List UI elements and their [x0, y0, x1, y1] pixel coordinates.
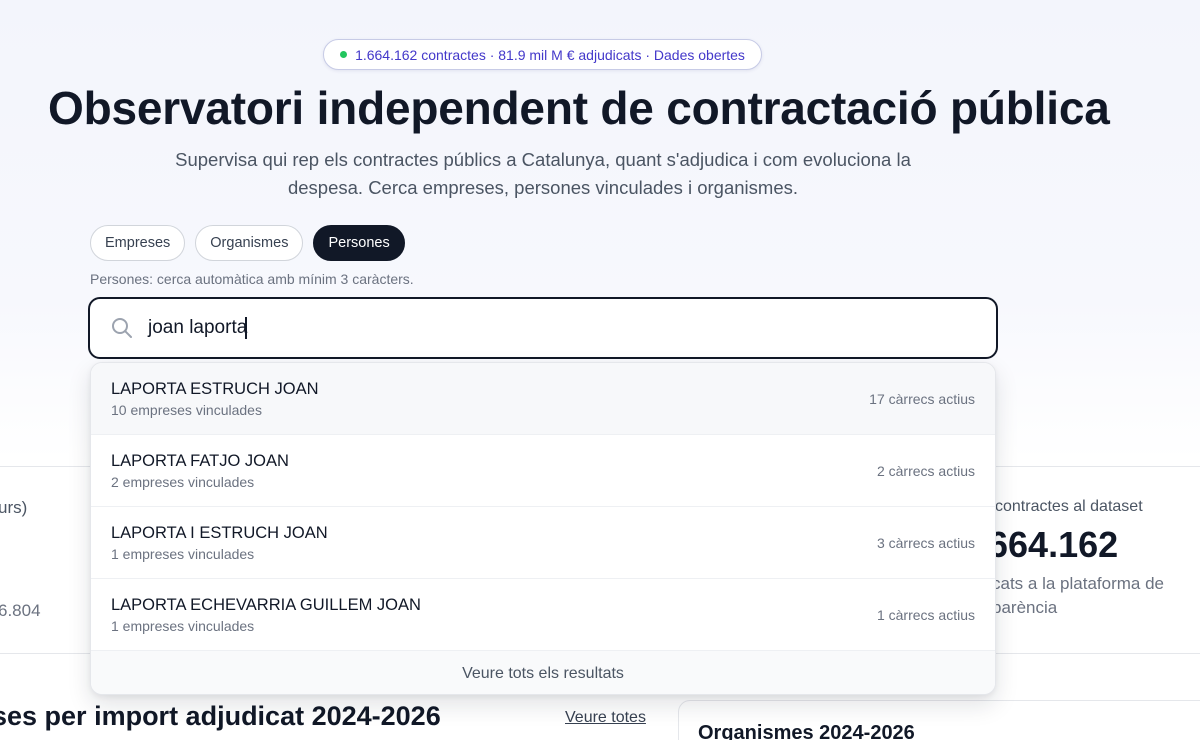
stat-contracts-label: contractes al dataset [995, 498, 1143, 515]
search-results-dropdown: LAPORTA ESTRUCH JOAN 10 empreses vincula… [90, 362, 996, 695]
result-companies: 2 empreses vinculades [111, 473, 255, 490]
stat-left-label: urs) [0, 498, 28, 517]
page-subtitle: Supervisa qui rep els contractes públics… [175, 149, 911, 198]
stats-badge-text: 1.664.162 contractes · 81.9 mil M € adju… [355, 46, 745, 63]
result-item[interactable]: LAPORTA ESTRUCH JOAN 10 empreses vincula… [91, 363, 995, 435]
search-type-filters: Empreses Organismes Persones [90, 225, 405, 261]
result-companies: 10 empreses vinculades [111, 401, 262, 418]
result-positions: 17 càrrecs actius [869, 390, 975, 407]
search-hint: Persones: cerca automàtica amb mínim 3 c… [90, 271, 414, 287]
filter-organismes[interactable]: Organismes [195, 225, 304, 261]
result-positions: 1 càrrecs actius [876, 606, 975, 623]
page-title: Observatori independent de contractació … [48, 82, 1110, 134]
result-positions: 3 càrrecs actius [876, 534, 975, 551]
see-all-companies-link[interactable]: Veure totes [565, 709, 646, 727]
see-all-results-button[interactable]: Veure tots els resultats [91, 651, 995, 694]
stats-badge: 1.664.162 contractes · 81.9 mil M € adju… [323, 39, 762, 70]
result-name: LAPORTA ESTRUCH JOAN [111, 379, 319, 398]
companies-section-title: ses per import adjudicat 2024-2026 [0, 701, 441, 731]
search-input[interactable]: joan laporta [148, 317, 247, 339]
result-name: LAPORTA ECHEVARRIA GUILLEM JOAN [111, 595, 421, 614]
result-item[interactable]: LAPORTA I ESTRUCH JOAN 1 empreses vincul… [91, 507, 995, 579]
result-name: LAPORTA FATJO JOAN [111, 451, 289, 470]
organisms-section-title: Organismes 2024-2026 [698, 722, 915, 740]
stat-left-value: 6.804 [0, 601, 41, 620]
result-companies: 1 empreses vinculades [111, 545, 255, 562]
text-caret [245, 317, 247, 339]
result-positions: 2 càrrecs actius [876, 462, 975, 479]
result-item[interactable]: LAPORTA ECHEVARRIA GUILLEM JOAN 1 empres… [91, 579, 995, 651]
search-box[interactable]: joan laporta [88, 297, 998, 359]
stat-contracts-value: 664.162 [988, 524, 1119, 565]
search-icon [112, 318, 132, 338]
result-companies: 1 empreses vinculades [111, 617, 255, 634]
stat-contracts-description: cats a la plataforma de parència [992, 574, 1164, 617]
status-dot-icon [340, 51, 348, 58]
result-item[interactable]: LAPORTA FATJO JOAN 2 empreses vinculades… [91, 435, 995, 507]
filter-persones[interactable]: Persones [313, 225, 405, 261]
result-name: LAPORTA I ESTRUCH JOAN [111, 523, 328, 542]
filter-empreses[interactable]: Empreses [90, 225, 186, 261]
